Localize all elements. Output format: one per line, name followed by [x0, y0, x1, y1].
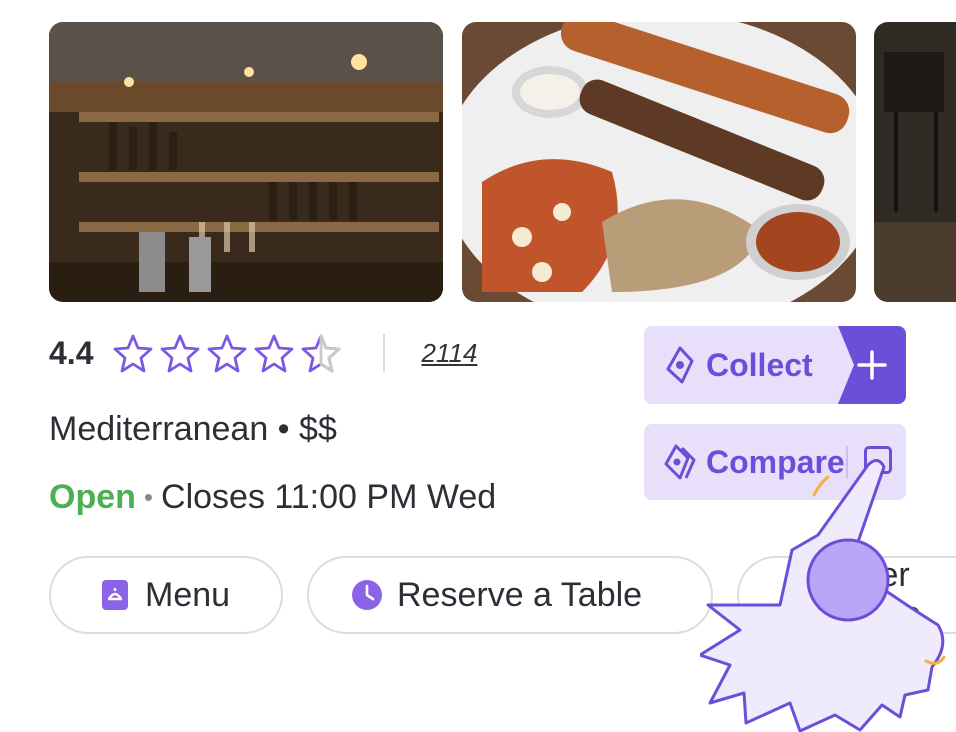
hours-separator: • [143, 482, 154, 512]
hours-line: Open • Closes 11:00 PM Wed [49, 478, 496, 517]
restaurant-photo-bar[interactable] [49, 22, 443, 302]
star-icon [113, 333, 153, 373]
closing-time: Closes 11:00 PM Wed [161, 478, 497, 516]
reserve-label: Reserve a Table [397, 575, 643, 614]
star-icon [160, 333, 200, 373]
order-online-button[interactable]: Order Online [737, 556, 956, 634]
open-status: Open [49, 478, 136, 516]
menu-button[interactable]: Menu [49, 556, 283, 634]
star-icon [254, 333, 294, 373]
food-photo-image [462, 22, 856, 302]
half-star-icon [301, 333, 341, 373]
menu-label: Menu [145, 575, 231, 614]
review-count-link[interactable]: 2114 [421, 338, 477, 369]
collect-icon [666, 346, 694, 384]
bar-photo-image [49, 22, 443, 302]
star-icon [207, 333, 247, 373]
restaurant-photo-dining-room[interactable] [874, 22, 956, 302]
cuisine-price: Mediterranean • $$ [49, 410, 337, 448]
restaurant-photo-food[interactable] [462, 22, 856, 302]
compare-label: Compare [706, 443, 845, 480]
order-label: Order Online [822, 556, 922, 633]
dining-photo-image [874, 22, 956, 302]
bag-icon [784, 587, 806, 608]
star-rating [113, 333, 341, 373]
compare-divider [846, 446, 848, 478]
compare-icon [664, 444, 696, 480]
menu-book-icon [102, 580, 128, 610]
compare-checkbox[interactable] [864, 446, 892, 474]
rating-divider [383, 334, 386, 372]
add-plus-icon[interactable] [838, 326, 906, 404]
rating-value: 4.4 [49, 334, 94, 371]
collect-button[interactable]: Collect [644, 326, 906, 404]
rating-row: 4.4 2114 [49, 330, 477, 376]
compare-button[interactable]: Compare [644, 424, 906, 500]
clock-icon [352, 580, 382, 610]
reserve-table-button[interactable]: Reserve a Table [307, 556, 713, 634]
collect-label: Collect [706, 346, 813, 383]
